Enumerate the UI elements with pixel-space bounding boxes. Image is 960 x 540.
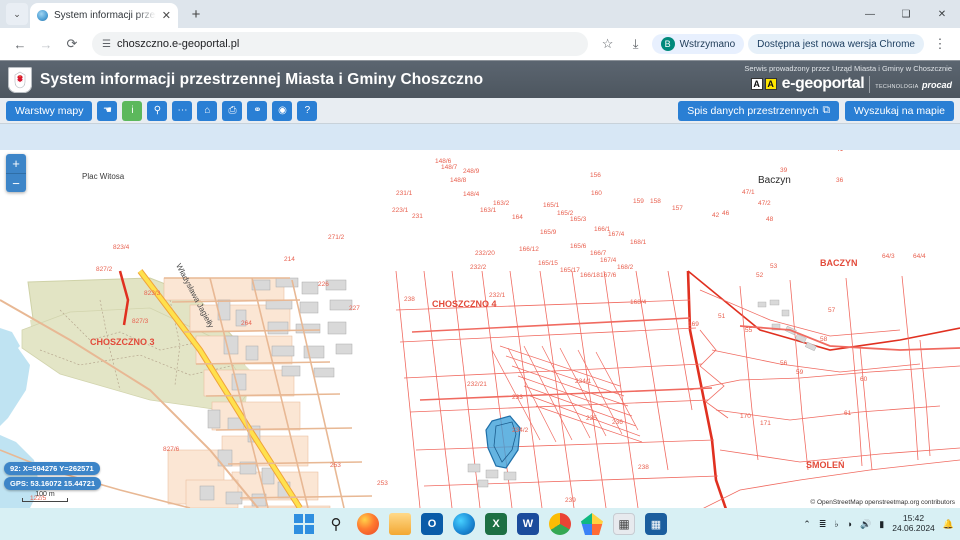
window-controls: — ❑ ✕ [852,0,960,28]
outlook-icon[interactable]: O [421,513,443,535]
address-bar[interactable]: ☰ choszczno.e-geoportal.pl [92,32,588,56]
avatar: B [660,37,675,51]
polish-eagle-crest-icon [8,66,32,93]
profile-chip[interactable]: B Wstrzymano [651,34,745,54]
clock-date: 24.06.2024 [892,523,935,533]
toolbar-actions: ☆ ⤓ B Wstrzymano Dostępna jest nowa wers… [596,32,952,56]
scale-bar-line [22,498,68,502]
tray-settings-icon[interactable]: ≣ [819,519,827,530]
identify-info-tool-icon[interactable]: i [122,100,143,121]
forward-icon[interactable]: → [34,32,58,56]
browser-toolbar: ← → ⟳ ☰ choszczno.e-geoportal.pl ☆ ⤓ B W… [0,28,960,60]
wifi-icon[interactable]: ◑ [847,519,852,529]
spatial-data-list-label: Spis danych przestrzennych [687,104,819,117]
help-tool-icon[interactable]: ? [297,100,318,121]
calculator-icon[interactable]: ▦ [613,513,635,535]
address-text: choszczno.e-geoportal.pl [116,38,240,50]
volume-icon[interactable]: 🔊 [860,519,871,530]
close-icon[interactable]: ✕ [162,9,171,22]
globe-icon [37,10,48,21]
zoom-out-button[interactable]: − [6,173,26,192]
pan-hand-tool-icon[interactable]: ☚ [97,100,118,121]
system-tray: ⌃ ≣ ♭ ◑ 🔊 ▮ 15:42 24.06.2024 🔔 [803,513,954,534]
new-tab-button[interactable]: + [184,2,208,26]
chrome-menu-icon[interactable]: ⋮ [928,32,952,56]
home-extent-tool-icon[interactable]: ⌂ [197,100,218,121]
accessibility-controls[interactable]: A A [750,78,777,90]
external-link-icon: ⧉ [822,104,831,116]
map-canvas[interactable]: Plac Witosa Władysława Jagiełły CHOSZCZNO … [0,150,960,508]
tab-title: System informacji przestrzenne [54,10,156,21]
profile-status-label: Wstrzymano [679,38,736,50]
edge-icon[interactable] [453,513,475,535]
file-explorer-icon[interactable] [389,513,411,535]
header-right-block: Serwis prowadzony przez Urząd Miasta i G… [744,64,952,93]
header-subtitle: Serwis prowadzony przez Urząd Miasta i G… [744,64,952,73]
site-settings-icon[interactable]: ☰ [102,39,111,50]
word-icon[interactable]: W [517,513,539,535]
search-on-map-button[interactable]: Wyszukaj na mapie [845,100,954,121]
map-toolbar: Warstwy mapy ☚ i ⚲ ⋯ ⌂ ⎙ ⚭ ◉ ? Spis dany… [0,98,960,124]
projected-coordinates: 92: X=594276 Y=262571 [4,462,100,475]
print-tool-icon[interactable]: ⎙ [222,100,243,121]
spatial-data-list-button[interactable]: Spis danych przestrzennych ⧉ [678,100,840,121]
locate-marker-tool-icon[interactable]: ◉ [272,100,293,121]
scale-bar: 100 m [22,491,68,502]
contrast-normal-icon[interactable]: A [750,78,763,90]
microsoft-store-icon[interactable]: ▦ [645,513,667,535]
chrome-icon[interactable] [549,513,571,535]
reload-icon[interactable]: ⟳ [60,32,84,56]
back-icon[interactable]: ← [8,32,32,56]
zoom-controls[interactable]: + − [6,154,26,192]
zoom-in-button[interactable]: + [6,154,26,173]
permalink-tool-icon[interactable]: ⚭ [247,100,268,121]
browser-tab[interactable]: System informacji przestrzenne ✕ [30,3,178,28]
search-taskbar-icon[interactable]: ⚲ [325,513,347,535]
contrast-high-icon[interactable]: A [764,78,777,90]
tray-chevron-icon[interactable]: ⌃ [803,519,811,530]
cadastral-map-graphic [0,150,960,508]
tab-strip: ⌄ System informacji przestrzenne ✕ + — ❑… [0,0,960,28]
tab-search-chevron-icon[interactable]: ⌄ [6,3,28,25]
firefox-icon[interactable] [357,513,379,535]
close-window-icon[interactable]: ✕ [924,0,960,28]
download-icon[interactable]: ⤓ [624,32,648,56]
app-header: System informacji przestrzennej Miasta i… [0,60,960,98]
photos-icon[interactable] [581,513,603,535]
maximize-icon[interactable]: ❑ [888,0,924,28]
browser-window: ⌄ System informacji przestrzenne ✕ + — ❑… [0,0,960,540]
start-button[interactable] [293,513,315,535]
clock[interactable]: 15:42 24.06.2024 [892,513,935,534]
windows-taskbar: ⚲ O X W ▦ ▦ ⌃ ≣ ♭ ◑ 🔊 ▮ 15:42 24.06.2024… [0,508,960,540]
excel-icon[interactable]: X [485,513,507,535]
page-title: System informacji przestrzennej Miasta i… [40,70,484,88]
egeoportal-brand: e-geoportal [781,75,865,92]
procad-vendor-logo: TECHNOLOGIA procad [875,78,952,91]
divider [869,75,871,93]
map-layers-button[interactable]: Warstwy mapy [6,100,93,121]
tray-equalizer-icon[interactable]: ♭ [834,519,838,530]
search-tool-icon[interactable]: ⚲ [147,100,168,121]
scale-label: 100 m [35,491,55,498]
minimize-icon[interactable]: — [852,0,888,28]
more-tools-icon[interactable]: ⋯ [172,100,193,121]
battery-icon[interactable]: ▮ [879,519,884,530]
clock-time: 15:42 [902,513,925,524]
chrome-update-chip[interactable]: Dostępna jest nowa wersja Chrome [748,34,924,54]
vendor-name: procad [921,79,952,90]
map-attribution: © OpenStreetMap openstreetmap.org contri… [808,499,957,506]
notification-bell-icon[interactable]: 🔔 [943,519,954,530]
windows-logo-icon [294,514,314,534]
coordinate-readout: 92: X=594276 Y=262571 GPS: 53.16072 15.4… [4,460,102,502]
bookmark-star-icon[interactable]: ☆ [596,32,620,56]
gps-coordinates: GPS: 53.16072 15.44721 [4,477,102,490]
vendor-tagline: TECHNOLOGIA [875,83,919,90]
